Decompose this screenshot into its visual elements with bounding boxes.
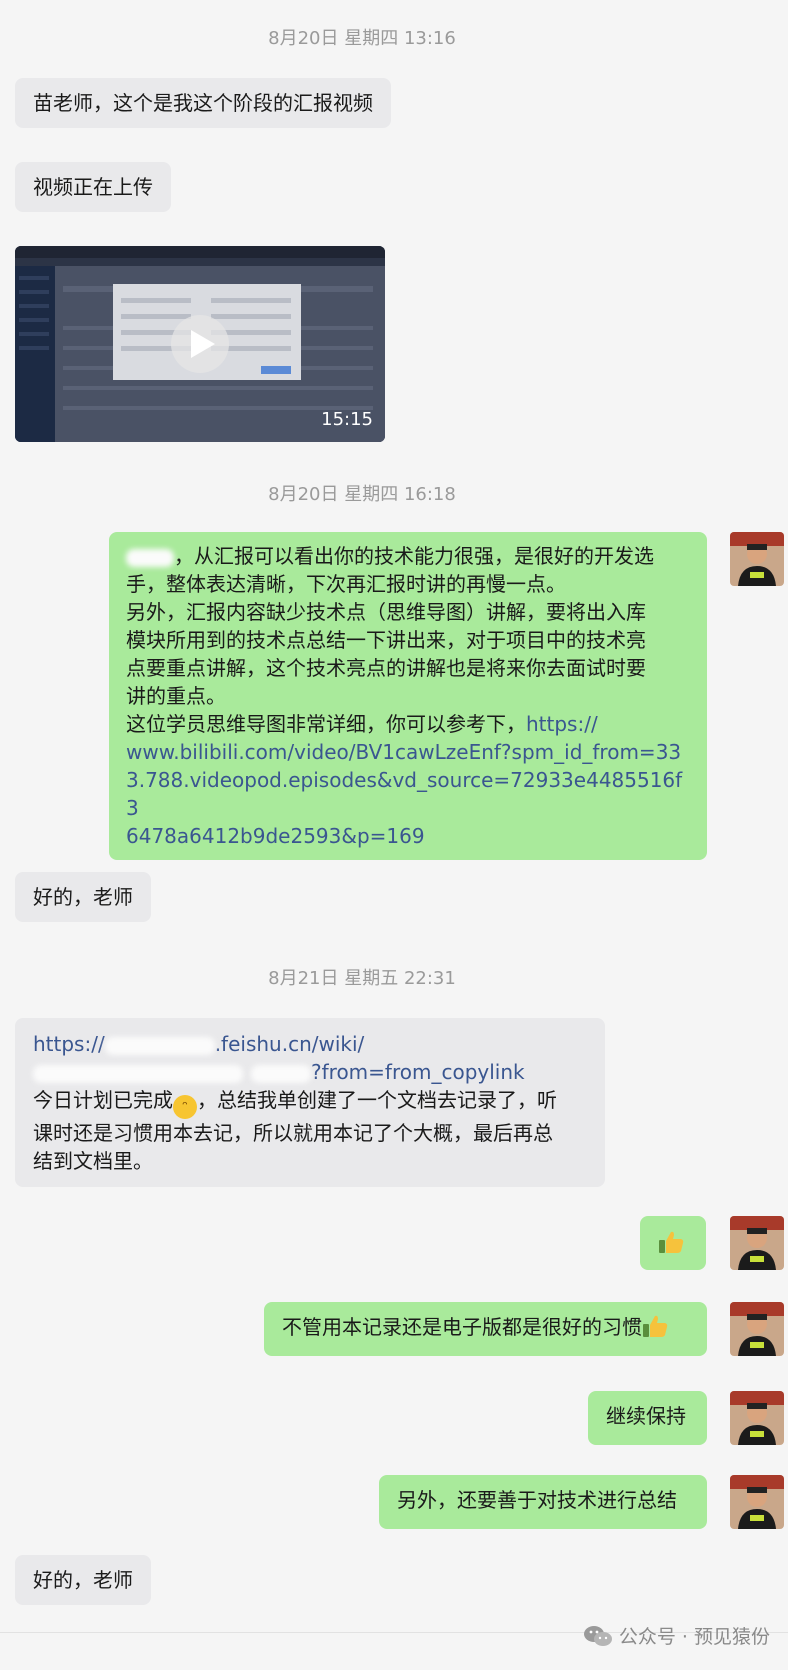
avatar-photo [730,532,784,586]
avatar-photo [730,1475,784,1529]
message-text: 今日计划已完成 [33,1088,173,1112]
video-message[interactable]: 15:15 [15,246,385,442]
message-bubble-incoming[interactable]: 苗老师，这个是我这个阶段的汇报视频 [15,78,391,128]
redacted-link [104,1036,215,1055]
bilibili-link[interactable]: www.bilibili.com/video/BV1cawLzeEnf?spm_… [126,738,690,766]
message-text: 另外，还要善于对技术进行总结 [397,1488,677,1512]
thumbs-up-icon [643,1315,668,1337]
avatar[interactable] [730,1302,784,1356]
redacted-link [251,1064,311,1083]
message-text: 模块所用到的技术点总结一下讲出来，对于项目中的技术亮 [126,628,646,652]
bilibili-link[interactable]: 6478a6412b9de2593&p=169 [126,822,690,850]
message-bubble-incoming[interactable]: https:// .feishu.cn/wiki/ ?from=from_copy… [15,1018,605,1187]
message-bubble-incoming[interactable]: 好的，老师 [15,872,151,922]
timestamp: 8月21日 星期五 22:31 [268,968,456,989]
message-text: 视频正在上传 [33,175,153,199]
avatar-photo [730,1302,784,1356]
avatar[interactable] [730,1391,784,1445]
message-text: ，从汇报可以看出你的技术能力很强，是很好的开发选 [174,544,654,568]
bilibili-link[interactable]: https:// [526,712,598,736]
watermark-text: 公众号 · 预见猿份 [618,1626,770,1648]
message-text: 手，整体表达清晰，下次再汇报时讲的再慢一点。 [126,572,566,596]
message-text: 不管用本记录还是电子版都是很好的习惯 [282,1315,642,1339]
timestamp: 8月20日 星期四 13:16 [268,28,456,49]
message-bubble-outgoing[interactable]: ，从汇报可以看出你的技术能力很强，是很好的开发选 手，整体表达清晰，下次再汇报时… [109,532,707,860]
message-text: 课时还是习惯用本去记，所以就用本记了个大概，最后再总 [33,1121,553,1145]
message-bubble-outgoing[interactable]: 另外，还要善于对技术进行总结 [379,1475,707,1529]
avatar[interactable] [730,1216,784,1270]
message-bubble-incoming[interactable]: 视频正在上传 [15,162,171,212]
message-text: 结到文档里。 [33,1149,153,1173]
avatar-photo [730,1391,784,1445]
thinking-emoji-icon: ᵔ [173,1095,197,1119]
feishu-link[interactable]: ?from=from_copylink [311,1060,525,1084]
redacted-name [126,548,174,567]
message-text: 好的，老师 [33,1568,133,1592]
bilibili-link[interactable]: 3.788.videopod.episodes&vd_source=72933e… [126,766,690,822]
message-text: 这位学员思维导图非常详细，你可以参考下， [126,712,526,736]
message-text: 好的，老师 [33,885,133,909]
avatar[interactable] [730,532,784,586]
message-text: 点要重点讲解，这个技术亮点的讲解也是将来你去面试时要 [126,656,646,680]
message-bubble-outgoing[interactable] [640,1216,706,1270]
message-bubble-outgoing[interactable]: 继续保持 [588,1391,707,1445]
avatar[interactable] [730,1475,784,1529]
message-text: 继续保持 [606,1404,686,1428]
video-duration: 15:15 [321,409,373,430]
message-text: 讲的重点。 [126,684,226,708]
message-bubble-outgoing[interactable]: 不管用本记录还是电子版都是很好的习惯 [264,1302,707,1356]
message-text: ，总结我单创建了一个文档去记录了，听 [197,1088,557,1112]
feishu-link[interactable]: .feishu.cn/wiki/ [215,1032,365,1056]
message-text: 另外，汇报内容缺少技术点（思维导图）讲解，要将出入库 [126,600,646,624]
message-bubble-incoming[interactable]: 好的，老师 [15,1555,151,1605]
wechat-icon [583,1625,612,1646]
avatar-photo [730,1216,784,1270]
timestamp: 8月20日 星期四 16:18 [268,484,456,505]
watermark: 公众号 · 预见猿份 [583,1622,770,1649]
feishu-link[interactable]: https:// [33,1032,105,1056]
thumbs-up-icon [659,1231,684,1253]
message-text: 苗老师，这个是我这个阶段的汇报视频 [33,91,373,115]
redacted-link [33,1064,243,1083]
